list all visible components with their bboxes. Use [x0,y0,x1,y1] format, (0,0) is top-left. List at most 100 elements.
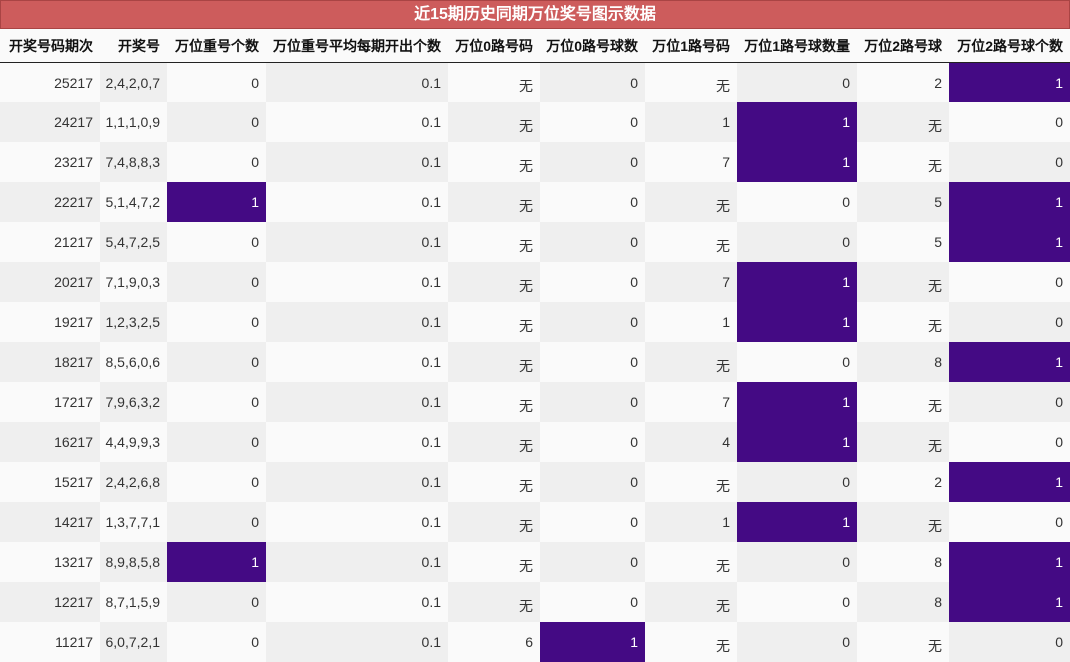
route1-count-cell: 1 [737,502,857,542]
draw-cell: 7,9,6,3,2 [100,382,167,422]
issue-cell: 23217 [0,142,100,182]
route1-count-cell: 0 [737,182,857,222]
route2-count-cell: 0 [949,262,1070,302]
route0-number-cell: 无 [448,342,540,382]
route1-number-cell: 7 [645,262,737,302]
route1-number-cell: 无 [645,182,737,222]
route2-number-cell: 5 [857,222,949,262]
table-row: 22217 5,1,4,7,2 1 0.1 无 0 无 0 5 1 [0,182,1070,222]
route2-count-cell: 1 [949,182,1070,222]
route0-count-cell: 0 [540,182,645,222]
route0-count-cell: 0 [540,102,645,142]
route1-number-cell: 7 [645,142,737,182]
repeat-count-cell: 0 [167,582,266,622]
repeat-avg-cell: 0.1 [266,502,448,542]
route2-number-cell: 2 [857,62,949,102]
route2-count-cell: 1 [949,62,1070,102]
route0-count-cell: 0 [540,502,645,542]
draw-cell: 1,3,7,7,1 [100,502,167,542]
route0-number-cell: 无 [448,582,540,622]
draw-cell: 8,9,8,5,8 [100,542,167,582]
draw-cell: 1,2,3,2,5 [100,302,167,342]
repeat-count-cell: 0 [167,102,266,142]
col-header-route0-number: 万位0路号码 [448,29,540,63]
col-header-route0-count: 万位0路号球数 [540,29,645,63]
draw-cell: 4,4,9,9,3 [100,422,167,462]
route0-count-cell: 0 [540,262,645,302]
route0-count-cell: 0 [540,62,645,102]
route0-count-cell: 0 [540,422,645,462]
route2-count-cell: 0 [949,102,1070,142]
route2-count-cell: 0 [949,422,1070,462]
draw-cell: 7,1,9,0,3 [100,262,167,302]
repeat-count-cell: 0 [167,342,266,382]
route0-count-cell: 0 [540,462,645,502]
table-row: 23217 7,4,8,8,3 0 0.1 无 0 7 1 无 0 [0,142,1070,182]
route0-number-cell: 无 [448,382,540,422]
route2-count-cell: 1 [949,542,1070,582]
issue-cell: 18217 [0,342,100,382]
route2-number-cell: 无 [857,622,949,662]
col-header-route2-number: 万位2路号球 [857,29,949,63]
repeat-count-cell: 0 [167,382,266,422]
route0-number-cell: 无 [448,262,540,302]
repeat-count-cell: 0 [167,302,266,342]
route0-count-cell: 1 [540,622,645,662]
route1-count-cell: 1 [737,142,857,182]
col-header-route1-count: 万位1路号球数量 [737,29,857,63]
issue-cell: 13217 [0,542,100,582]
repeat-avg-cell: 0.1 [266,582,448,622]
route0-number-cell: 无 [448,142,540,182]
issue-cell: 22217 [0,182,100,222]
repeat-count-cell: 0 [167,262,266,302]
repeat-avg-cell: 0.1 [266,142,448,182]
route1-count-cell: 0 [737,342,857,382]
repeat-avg-cell: 0.1 [266,622,448,662]
table-row: 21217 5,4,7,2,5 0 0.1 无 0 无 0 5 1 [0,222,1070,262]
route0-number-cell: 无 [448,422,540,462]
route2-number-cell: 无 [857,142,949,182]
route2-count-cell: 0 [949,142,1070,182]
route1-count-cell: 1 [737,262,857,302]
route2-number-cell: 无 [857,502,949,542]
repeat-avg-cell: 0.1 [266,382,448,422]
route0-number-cell: 无 [448,102,540,142]
col-header-route1-number: 万位1路号码 [645,29,737,63]
route0-count-cell: 0 [540,542,645,582]
route0-number-cell: 无 [448,502,540,542]
route0-count-cell: 0 [540,582,645,622]
route1-count-cell: 0 [737,222,857,262]
table-title: 近15期历史同期万位奖号图示数据 [0,0,1070,29]
issue-cell: 16217 [0,422,100,462]
route1-number-cell: 4 [645,422,737,462]
route0-number-cell: 无 [448,462,540,502]
route0-count-cell: 0 [540,142,645,182]
repeat-avg-cell: 0.1 [266,222,448,262]
repeat-avg-cell: 0.1 [266,462,448,502]
route2-count-cell: 1 [949,222,1070,262]
col-header-issue: 开奖号码期次 [0,29,100,63]
route2-number-cell: 8 [857,582,949,622]
repeat-count-cell: 0 [167,142,266,182]
issue-cell: 21217 [0,222,100,262]
repeat-avg-cell: 0.1 [266,102,448,142]
route0-number-cell: 无 [448,222,540,262]
draw-cell: 2,4,2,6,8 [100,462,167,502]
route2-count-cell: 0 [949,502,1070,542]
repeat-count-cell: 0 [167,622,266,662]
route1-count-cell: 0 [737,582,857,622]
route1-count-cell: 0 [737,542,857,582]
repeat-avg-cell: 0.1 [266,62,448,102]
route0-number-cell: 无 [448,182,540,222]
repeat-avg-cell: 0.1 [266,422,448,462]
route1-number-cell: 无 [645,62,737,102]
draw-cell: 5,4,7,2,5 [100,222,167,262]
issue-cell: 19217 [0,302,100,342]
route2-count-cell: 1 [949,342,1070,382]
repeat-count-cell: 1 [167,182,266,222]
table-row: 11217 6,0,7,2,1 0 0.1 6 1 无 0 无 0 [0,622,1070,662]
repeat-count-cell: 0 [167,62,266,102]
route2-number-cell: 2 [857,462,949,502]
table-row: 14217 1,3,7,7,1 0 0.1 无 0 1 1 无 0 [0,502,1070,542]
route0-count-cell: 0 [540,302,645,342]
